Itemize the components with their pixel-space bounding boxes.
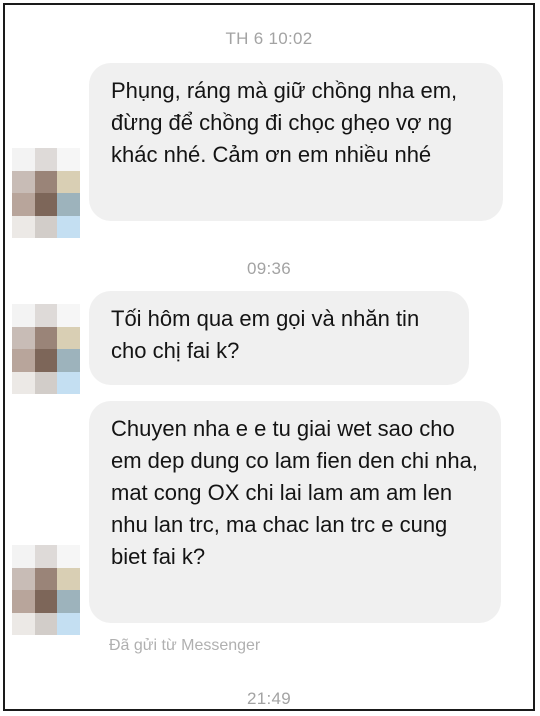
avatar-pixel: [12, 349, 35, 372]
message-bubble-3[interactable]: Chuyen nha e e tu giai wet sao cho em de…: [89, 401, 501, 623]
avatar-pixel: [34, 215, 58, 238]
avatar-pixel: [12, 567, 35, 590]
avatar-pixel: [34, 590, 58, 613]
avatar-pixel: [57, 170, 80, 193]
avatar-pixel: [34, 193, 58, 216]
avatar-pixel: [12, 215, 35, 238]
avatar-pixel: [34, 170, 58, 193]
message-bubble-1[interactable]: Phụng, ráng mà giữ chồng nha em, đừng để…: [89, 63, 503, 221]
avatar-pixel: [12, 612, 35, 635]
avatar[interactable]: [12, 304, 80, 394]
message-text-2: Tối hôm qua em gọi và nhăn tin cho chị f…: [111, 306, 420, 363]
avatar-pixel: [34, 371, 58, 394]
avatar-pixel: [57, 371, 80, 394]
avatar-pixel: [57, 215, 80, 238]
message-text-3: Chuyen nha e e tu giai wet sao cho em de…: [111, 416, 478, 569]
avatar-pixel: [34, 545, 58, 568]
sent-from-messenger-note: Đã gửi từ Messenger: [109, 637, 261, 654]
avatar-pixel: [12, 170, 35, 193]
avatar-pixel: [34, 349, 58, 372]
message-bubble-2[interactable]: Tối hôm qua em gọi và nhăn tin cho chị f…: [89, 291, 469, 385]
avatar-pixel: [57, 304, 80, 327]
avatar-pixel: [57, 590, 80, 613]
avatar-pixel: [34, 304, 58, 327]
timestamp-1: TH 6 10:02: [225, 29, 313, 48]
avatar-pixel: [12, 304, 35, 327]
chat-screenshot-frame: TH 6 10:02 Phụng, ráng mà giữ chồng nha …: [3, 3, 535, 711]
avatar-pixel: [12, 545, 35, 568]
avatar[interactable]: [12, 148, 80, 238]
avatar[interactable]: [12, 545, 80, 635]
avatar-pixel: [57, 612, 80, 635]
avatar-pixel: [12, 326, 35, 349]
avatar-pixel: [57, 326, 80, 349]
message-text-1: Phụng, ráng mà giữ chồng nha em, đừng để…: [111, 78, 458, 167]
avatar-pixel: [34, 567, 58, 590]
avatar-pixel: [12, 590, 35, 613]
avatar-pixel: [12, 148, 35, 171]
avatar-pixel: [57, 545, 80, 568]
avatar-pixel: [34, 612, 58, 635]
avatar-pixel: [57, 148, 80, 171]
avatar-pixel: [12, 193, 35, 216]
avatar-pixel: [34, 326, 58, 349]
timestamp-3: 21:49: [246, 689, 292, 708]
avatar-pixel: [12, 371, 35, 394]
avatar-pixel: [57, 349, 80, 372]
avatar-pixel: [57, 567, 80, 590]
avatar-pixel: [57, 193, 80, 216]
timestamp-2: 09:36: [246, 259, 292, 278]
avatar-pixel: [34, 148, 58, 171]
